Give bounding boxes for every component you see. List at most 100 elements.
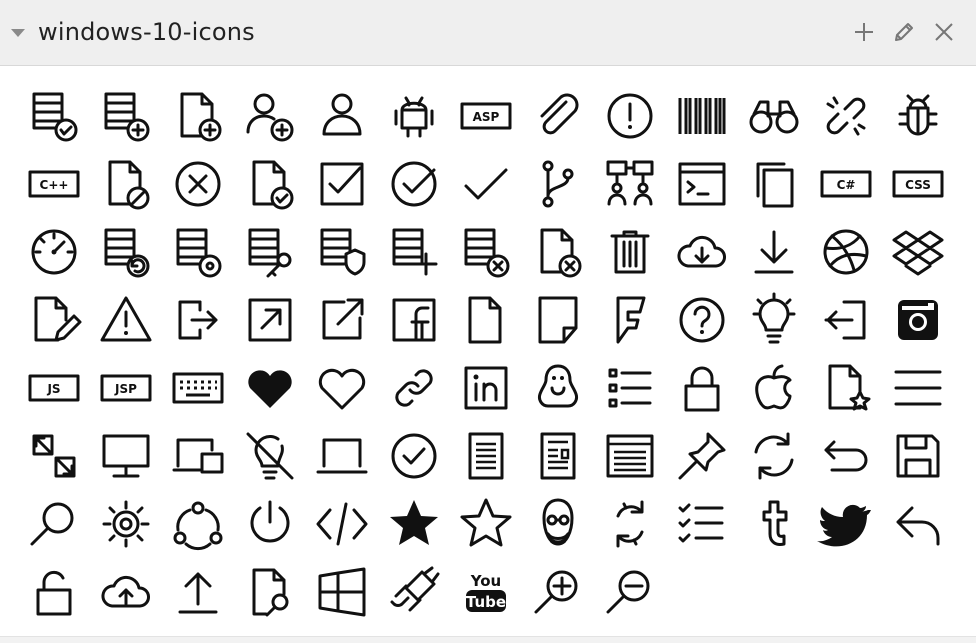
icon-tile-external-link[interactable] (306, 286, 378, 354)
icon-tile-share[interactable] (162, 490, 234, 558)
icon-tile-jsp[interactable]: JSP (90, 354, 162, 422)
icon-tile-file[interactable] (450, 286, 522, 354)
icon-tile-task-list[interactable] (666, 490, 738, 558)
icon-tile-apple[interactable] (738, 354, 810, 422)
icon-tile-cpp[interactable]: C++ (18, 150, 90, 218)
icon-tile-check-circle[interactable] (378, 150, 450, 218)
icon-tile-error[interactable] (594, 82, 666, 150)
icon-tile-help[interactable] (666, 286, 738, 354)
icon-tile-pin[interactable] (666, 422, 738, 490)
icon-tile-plug[interactable] (378, 558, 450, 626)
icon-tile-database-plus[interactable] (378, 218, 450, 286)
icon-tile-lock[interactable] (666, 354, 738, 422)
icon-tile-org-chart[interactable] (594, 150, 666, 218)
icon-tile-export[interactable] (162, 286, 234, 354)
icon-tile-file-add[interactable] (162, 82, 234, 150)
icon-tile-steve-jobs[interactable] (522, 490, 594, 558)
icon-tile-zoom-out[interactable] (594, 558, 666, 626)
icon-tile-multiple-devices[interactable] (162, 422, 234, 490)
icon-tile-dashboard[interactable] (18, 218, 90, 286)
edit-button[interactable] (892, 20, 916, 44)
icon-tile-search[interactable] (18, 490, 90, 558)
icon-tile-webpage[interactable] (594, 422, 666, 490)
icon-tile-warning[interactable] (90, 286, 162, 354)
icon-tile-copy[interactable] (738, 150, 810, 218)
icon-tile-database-refresh[interactable] (90, 218, 162, 286)
icon-tile-file-search[interactable] (234, 558, 306, 626)
add-button[interactable] (852, 20, 876, 44)
icon-tile-database-settings[interactable] (162, 218, 234, 286)
icon-tile-checkbox[interactable] (306, 150, 378, 218)
icon-tile-broken-link[interactable] (810, 82, 882, 150)
icon-tile-heart-filled[interactable] (234, 354, 306, 422)
icon-tile-unlock[interactable] (18, 558, 90, 626)
icon-tile-trash[interactable] (594, 218, 666, 286)
icon-tile-import[interactable] (810, 286, 882, 354)
icon-tile-csharp[interactable]: C# (810, 150, 882, 218)
icon-tile-open-in-window[interactable] (234, 286, 306, 354)
icon-tile-database-add[interactable] (90, 82, 162, 150)
icon-tile-linkedin[interactable] (450, 354, 522, 422)
icon-tile-code[interactable] (306, 490, 378, 558)
icon-tile-keyboard[interactable] (162, 354, 234, 422)
icon-tile-dropbox[interactable] (882, 218, 954, 286)
icon-tile-file-blocked[interactable] (90, 150, 162, 218)
icon-tile-cloud-upload[interactable] (90, 558, 162, 626)
icon-tile-power[interactable] (234, 490, 306, 558)
icon-tile-save[interactable] (882, 422, 954, 490)
icon-tile-checkmark[interactable] (450, 150, 522, 218)
icon-tile-binoculars[interactable] (738, 82, 810, 150)
icon-tile-cancel[interactable] (162, 150, 234, 218)
icon-tile-edit-file[interactable] (18, 286, 90, 354)
icon-tile-dribbble[interactable] (810, 218, 882, 286)
icon-tile-js[interactable]: JS (18, 354, 90, 422)
icon-tile-foursquare[interactable] (594, 286, 666, 354)
icon-tile-move-by-trackpad[interactable] (18, 422, 90, 490)
icon-tile-star[interactable] (450, 490, 522, 558)
icon-tile-instagram[interactable] (882, 286, 954, 354)
icon-tile-news[interactable] (522, 422, 594, 490)
icon-tile-download[interactable] (738, 218, 810, 286)
icon-tile-facebook[interactable] (378, 286, 450, 354)
icon-tile-asp[interactable]: ASP (450, 82, 522, 150)
icon-tile-file-star[interactable] (810, 354, 882, 422)
icon-tile-cloud-download[interactable] (666, 218, 738, 286)
icon-tile-reply[interactable] (882, 490, 954, 558)
icon-tile-database-key[interactable] (234, 218, 306, 286)
icon-tile-laptop[interactable] (306, 422, 378, 490)
icon-tile-ok[interactable] (378, 422, 450, 490)
icon-tile-database-remove[interactable] (450, 218, 522, 286)
icon-tile-file-check[interactable] (234, 150, 306, 218)
icon-tile-tumblr[interactable] (738, 490, 810, 558)
icon-tile-css[interactable]: CSS (882, 150, 954, 218)
icon-tile-attach[interactable] (522, 82, 594, 150)
icon-tile-upload[interactable] (162, 558, 234, 626)
icon-tile-twitter[interactable] (810, 490, 882, 558)
close-button[interactable] (932, 20, 956, 44)
icon-tile-sync[interactable] (594, 490, 666, 558)
icon-tile-database-check[interactable] (18, 82, 90, 150)
icon-tile-windows[interactable] (306, 558, 378, 626)
icon-tile-refresh[interactable] (738, 422, 810, 490)
icon-tile-idea[interactable] (738, 286, 810, 354)
icon-tile-user-add[interactable] (234, 82, 306, 150)
collapse-triangle-icon[interactable] (10, 28, 26, 38)
icon-tile-user[interactable] (306, 82, 378, 150)
icon-tile-list[interactable] (594, 354, 666, 422)
icon-tile-file-remove[interactable] (522, 218, 594, 286)
icon-tile-branch[interactable] (522, 150, 594, 218)
icon-tile-document-lines[interactable] (450, 422, 522, 490)
icon-tile-zoom-in[interactable] (522, 558, 594, 626)
icon-tile-star-filled[interactable] (378, 490, 450, 558)
icon-tile-link[interactable] (378, 354, 450, 422)
icon-tile-linux[interactable] (522, 354, 594, 422)
icon-tile-console[interactable] (666, 150, 738, 218)
icon-tile-youtube[interactable]: You Tube (450, 558, 522, 626)
icon-tile-database-shield[interactable] (306, 218, 378, 286)
icon-tile-android[interactable] (378, 82, 450, 150)
icon-tile-monitor[interactable] (90, 422, 162, 490)
icon-tile-barcode[interactable] (666, 82, 738, 150)
icon-tile-settings[interactable] (90, 490, 162, 558)
icon-tile-menu[interactable] (882, 354, 954, 422)
icon-tile-no-idea[interactable] (234, 422, 306, 490)
